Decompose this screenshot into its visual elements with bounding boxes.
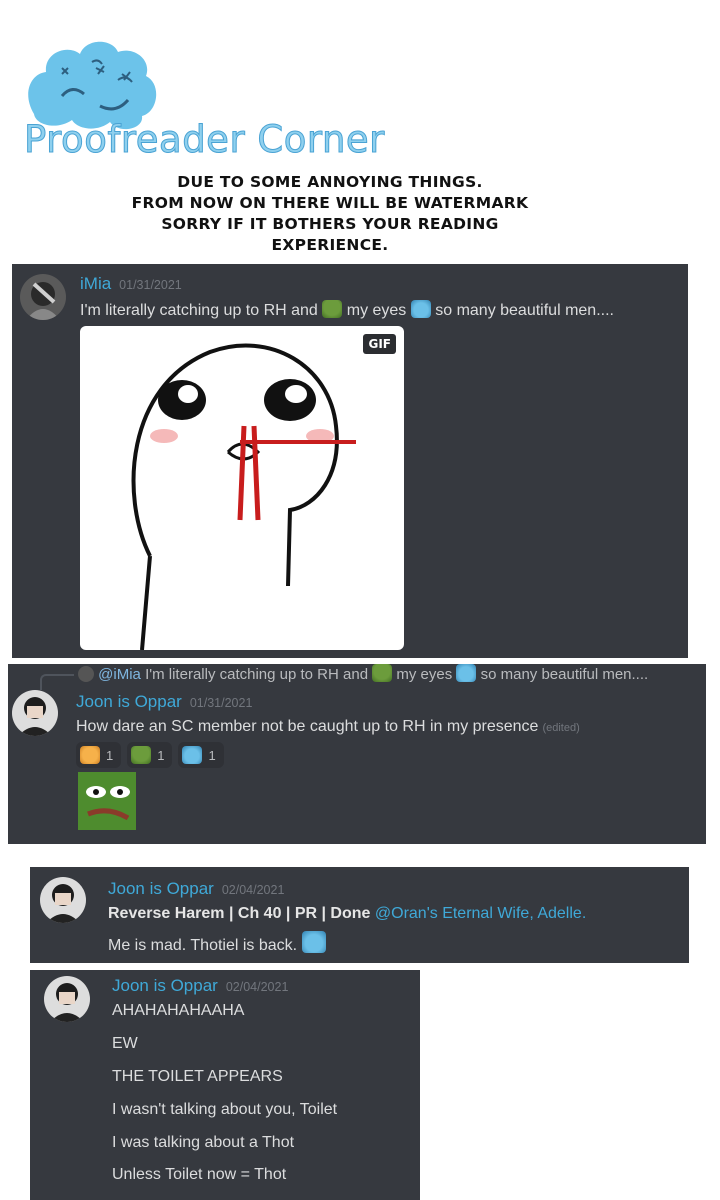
message-line: I was talking about a Thot — [112, 1134, 295, 1151]
reply-text-part: I'm literally catching up to RH and — [145, 666, 369, 683]
chapter-status: Reverse Harem | Ch 40 | PR | Done — [108, 905, 371, 922]
page-title: Proofreader Corner — [24, 118, 385, 162]
username[interactable]: Joon is Oppar 01/31/2021 — [76, 692, 252, 712]
reply-connector — [40, 674, 74, 690]
gif-embed[interactable]: GIF — [80, 326, 404, 650]
pepe-emoji-icon — [322, 300, 343, 318]
reaction-count: 1 — [157, 747, 165, 763]
notice-line: EXPERIENCE. — [271, 236, 389, 254]
reaction-count: 1 — [208, 747, 216, 763]
message-timestamp: 01/31/2021 — [119, 278, 182, 292]
nosebleed-gif-image — [131, 343, 356, 650]
page: Proofreader Corner DUE TO SOME ANNOYING … — [0, 0, 720, 1200]
message-line: I wasn't talking about you, Toilet — [112, 1101, 338, 1118]
crying-emoji-icon — [456, 664, 477, 682]
message-text-part: I'm literally catching up to RH and — [80, 302, 318, 319]
username[interactable]: iMia 01/31/2021 — [80, 274, 182, 294]
avatar[interactable] — [44, 976, 90, 1022]
watermark-notice: DUE TO SOME ANNOYING THINGS. FROM NOW ON… — [60, 172, 600, 256]
message-text-part: How dare an SC member not be caught up t… — [76, 718, 539, 735]
crying-emoji-icon — [410, 300, 431, 318]
message-text: Me is mad. Thotiel is back. — [108, 931, 326, 955]
reply-text-part: my eyes — [396, 666, 453, 683]
crying-emoji-icon — [182, 746, 203, 764]
pepe-emoji-icon — [131, 746, 152, 764]
edited-tag: (edited) — [542, 722, 580, 734]
message-text: How dare an SC member not be caught up t… — [76, 718, 580, 736]
message-line: EW — [112, 1035, 138, 1052]
angry-emoji-icon — [301, 931, 326, 953]
gif-badge: GIF — [363, 334, 396, 354]
message-text-part: my eyes — [346, 302, 407, 319]
username[interactable]: Joon is Oppar 02/04/2021 — [112, 976, 288, 996]
reaction-button[interactable]: 1 — [76, 742, 122, 768]
author-name[interactable]: Joon is Oppar — [108, 879, 214, 898]
avatar[interactable] — [20, 274, 66, 320]
message-line: AHAHAHAHAAHA — [112, 1002, 245, 1019]
author-name[interactable]: Joon is Oppar — [112, 976, 218, 995]
reaction-button[interactable]: 1 — [178, 742, 224, 768]
notice-line: DUE TO SOME ANNOYING THINGS. — [177, 173, 483, 191]
user-mention[interactable]: @Oran's Eternal Wife, Adelle. — [375, 905, 586, 922]
reaction-count: 1 — [106, 747, 114, 763]
message-timestamp: 02/04/2021 — [221, 883, 285, 897]
reactions-row: 1 1 1 — [76, 742, 224, 768]
author-name[interactable]: Joon is Oppar — [76, 692, 182, 711]
notice-line: FROM NOW ON THERE WILL BE WATERMARK — [131, 194, 529, 212]
message-text-part: Me is mad. Thotiel is back. — [108, 937, 298, 954]
avatar[interactable] — [12, 690, 58, 736]
pepe-emoji-icon — [372, 664, 393, 682]
username[interactable]: Joon is Oppar 02/04/2021 — [108, 879, 284, 899]
message-timestamp: 02/04/2021 — [225, 980, 289, 994]
pepe-sticker-icon — [78, 772, 136, 830]
message-panel-3: Joon is Oppar 02/04/2021 Reverse Harem | … — [30, 867, 689, 963]
message-timestamp: 01/31/2021 — [189, 696, 253, 710]
reply-text-part: so many beautiful men.... — [480, 666, 649, 683]
message-panel-2: @iMia I'm literally catching up to RH an… — [8, 664, 706, 844]
reply-mention[interactable]: @iMia — [98, 666, 141, 683]
message-text: Reverse Harem | Ch 40 | PR | Done @Oran'… — [108, 905, 586, 923]
message-line: Unless Toilet now = Thot — [112, 1166, 287, 1183]
bread-emoji-icon — [80, 746, 100, 764]
message-line: THE TOILET APPEARS — [112, 1068, 283, 1085]
notice-line: SORRY IF IT BOTHERS YOUR READING — [161, 215, 499, 233]
avatar[interactable] — [40, 877, 86, 923]
message-text-part: so many beautiful men.... — [435, 302, 614, 319]
reply-preview[interactable]: @iMia I'm literally catching up to RH an… — [78, 664, 648, 683]
message-text: I'm literally catching up to RH and my e… — [80, 300, 614, 320]
reaction-button[interactable]: 1 — [127, 742, 173, 768]
reply-avatar-icon — [78, 666, 94, 682]
author-name[interactable]: iMia — [80, 274, 111, 293]
message-panel-4: Joon is Oppar 02/04/2021 AHAHAHAHAAHA EW … — [30, 970, 420, 1200]
